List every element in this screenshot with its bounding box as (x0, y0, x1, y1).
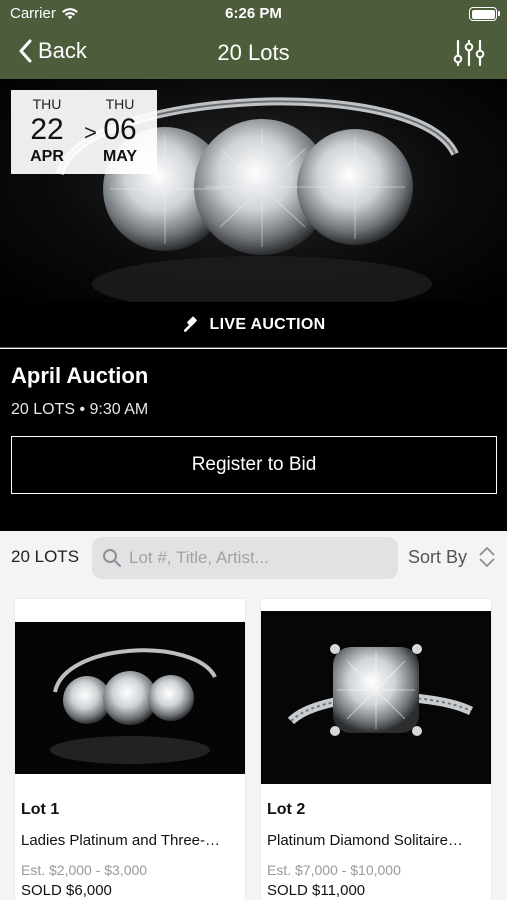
sort-by-button[interactable]: Sort By (408, 546, 497, 568)
clock: 6:26 PM (225, 5, 282, 22)
date-range: THU 22 APR > THU 06 MAY (11, 90, 157, 174)
start-date: THU 22 APR (17, 96, 77, 166)
start-day: 22 (30, 113, 64, 146)
end-month: MAY (102, 148, 138, 165)
end-date: THU 06 MAY (90, 96, 150, 166)
sort-chevrons-icon (479, 547, 495, 567)
auction-name: April Auction (11, 363, 149, 388)
auction-info: April Auction 20 LOTS • 9:30 AM Register… (0, 349, 507, 531)
lot-image (15, 622, 245, 774)
lot-number: Lot 1 (21, 801, 60, 818)
sliders-icon[interactable] (453, 37, 485, 69)
search-icon (103, 549, 121, 567)
lot-card[interactable]: Lot 1 Ladies Platinum and Three-… Est. $… (15, 599, 245, 900)
live-auction-label: LIVE AUCTION (209, 315, 326, 333)
auction-hero-image: THU 22 APR > THU 06 MAY (0, 79, 507, 302)
lot-number: Lot 2 (267, 801, 306, 818)
search-field[interactable] (92, 537, 398, 579)
nav-bar: Back 20 Lots (0, 28, 507, 79)
lot-estimate: Est. $7,000 - $10,000 (267, 862, 401, 878)
lot-card[interactable]: Lot 2 Platinum Diamond Solitaire… Est. $… (261, 599, 491, 900)
start-month: APR (30, 148, 64, 165)
battery-icon (469, 7, 500, 21)
lots-count: 20 LOTS (11, 547, 80, 566)
auction-meta: 20 LOTS • 9:30 AM (11, 401, 149, 418)
start-dow: THU (32, 96, 62, 112)
sort-by-label: Sort By (408, 546, 468, 567)
status-bar: Carrier 6:26 PM (0, 0, 507, 28)
lot-estimate: Est. $2,000 - $3,000 (21, 862, 148, 878)
lot-image (261, 611, 491, 784)
lots-grid: Lot 1 Ladies Platinum and Three-… Est. $… (0, 583, 507, 900)
lot-title: Platinum Diamond Solitaire… (267, 832, 463, 849)
end-dow: THU (105, 96, 135, 112)
search-input[interactable] (129, 548, 389, 568)
live-auction-badge: LIVE AUCTION (0, 302, 507, 348)
lot-sold-price: SOLD $11,000 (267, 882, 366, 899)
page-title: 20 Lots (217, 40, 290, 65)
gavel-icon (183, 316, 197, 332)
register-to-bid-button[interactable]: Register to Bid (11, 436, 497, 494)
lot-title: Ladies Platinum and Three-… (21, 832, 220, 849)
lot-sold-price: SOLD $6,000 (21, 882, 112, 899)
lots-toolbar: 20 LOTS Sort By (0, 531, 507, 583)
end-day: 06 (103, 113, 137, 146)
